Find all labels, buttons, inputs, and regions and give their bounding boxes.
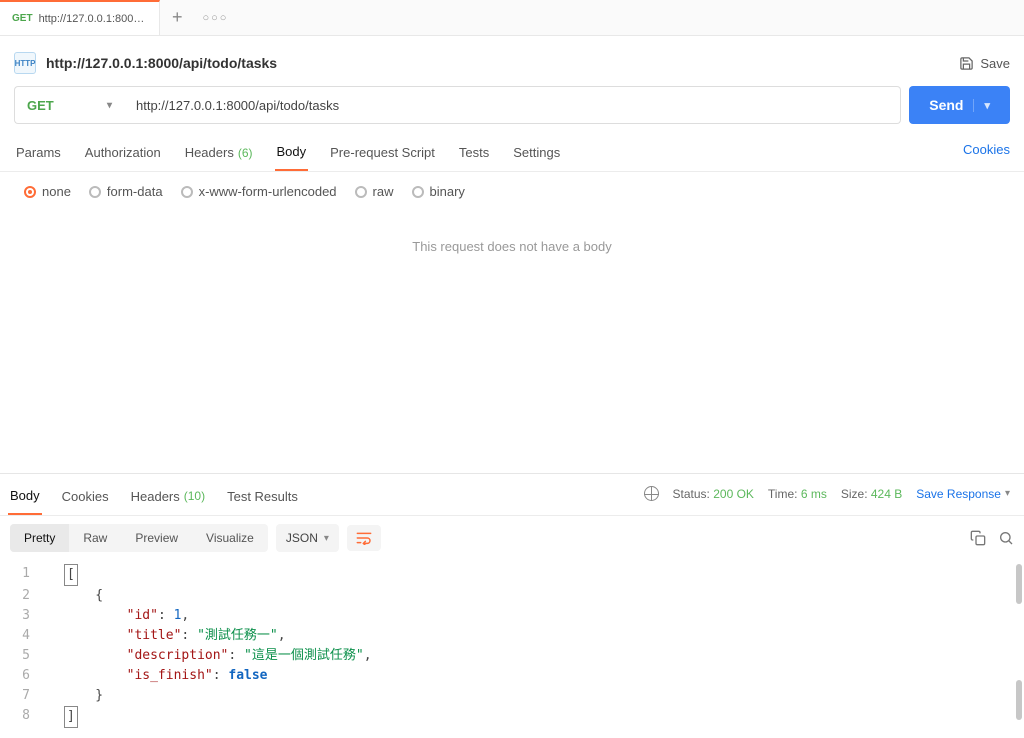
- send-label: Send: [929, 97, 963, 113]
- resp-tab-tests[interactable]: Test Results: [225, 483, 300, 514]
- body-type-raw[interactable]: raw: [355, 184, 394, 199]
- method-select[interactable]: GET ▾: [14, 86, 124, 124]
- response-tabs: Body Cookies Headers(10) Test Results St…: [0, 474, 1024, 516]
- size-label: Size: 424 B: [841, 487, 902, 501]
- http-icon: HTTP: [14, 52, 36, 74]
- chevron-down-icon: ▾: [107, 100, 112, 111]
- resp-tab-body[interactable]: Body: [8, 482, 42, 515]
- copy-icon[interactable]: [970, 530, 986, 546]
- tab-tests[interactable]: Tests: [457, 139, 491, 170]
- body-type-formdata[interactable]: form-data: [89, 184, 163, 199]
- url-row: GET ▾ Send ▾: [0, 82, 1024, 132]
- view-raw[interactable]: Raw: [69, 524, 121, 552]
- body-type-binary[interactable]: binary: [412, 184, 465, 199]
- request-tab[interactable]: GET http://127.0.0.1:8000/api/t: [0, 0, 160, 35]
- view-mode-segmented: Pretty Raw Preview Visualize: [10, 524, 268, 552]
- request-tabs: Params Authorization Headers(6) Body Pre…: [0, 132, 1024, 172]
- tab-params[interactable]: Params: [14, 139, 63, 170]
- save-label: Save: [980, 56, 1010, 71]
- request-title: http://127.0.0.1:8000/api/todo/tasks: [46, 55, 277, 71]
- tab-label: http://127.0.0.1:8000/api/t: [39, 13, 147, 25]
- save-response-button[interactable]: Save Response ▾: [916, 487, 1010, 501]
- language-select[interactable]: JSON▾: [276, 524, 339, 552]
- save-icon: [959, 56, 974, 71]
- wrap-icon: [356, 531, 372, 545]
- method-value: GET: [27, 98, 54, 113]
- new-tab-button[interactable]: +: [160, 7, 195, 28]
- tab-options-button[interactable]: ○○○: [195, 12, 237, 24]
- url-input[interactable]: [124, 86, 901, 124]
- globe-icon[interactable]: [644, 486, 659, 501]
- resp-tab-cookies[interactable]: Cookies: [60, 483, 111, 514]
- tab-body[interactable]: Body: [275, 138, 309, 171]
- response-body[interactable]: 1[ 2 { 3 "id": 1, 4 "title": "測試任務一", 5 …: [0, 560, 1024, 738]
- request-header: HTTP http://127.0.0.1:8000/api/todo/task…: [0, 36, 1024, 82]
- body-type-xwww[interactable]: x-www-form-urlencoded: [181, 184, 337, 199]
- status-label: Status: 200 OK: [673, 487, 754, 501]
- search-icon[interactable]: [998, 530, 1014, 546]
- view-visualize[interactable]: Visualize: [192, 524, 268, 552]
- save-button[interactable]: Save: [959, 56, 1010, 71]
- body-type-selector: none form-data x-www-form-urlencoded raw…: [0, 172, 1024, 211]
- response-view-toolbar: Pretty Raw Preview Visualize JSON▾: [0, 516, 1024, 560]
- resp-tab-headers[interactable]: Headers(10): [129, 483, 207, 514]
- time-label: Time: 6 ms: [768, 487, 827, 501]
- tab-settings[interactable]: Settings: [511, 139, 562, 170]
- tab-bar: GET http://127.0.0.1:8000/api/t + ○○○: [0, 0, 1024, 36]
- chevron-down-icon: ▾: [324, 533, 329, 544]
- scrollbar-thumb[interactable]: [1016, 564, 1022, 604]
- send-button[interactable]: Send ▾: [909, 86, 1010, 124]
- tab-headers[interactable]: Headers(6): [183, 139, 255, 170]
- view-preview[interactable]: Preview: [121, 524, 192, 552]
- cookies-link[interactable]: Cookies: [963, 142, 1010, 167]
- tab-method: GET: [12, 13, 33, 24]
- view-pretty[interactable]: Pretty: [10, 524, 69, 552]
- empty-body-message: This request does not have a body: [0, 211, 1024, 282]
- scrollbar-thumb[interactable]: [1016, 680, 1022, 720]
- chevron-down-icon[interactable]: ▾: [973, 99, 990, 112]
- tab-authorization[interactable]: Authorization: [83, 139, 163, 170]
- wrap-lines-button[interactable]: [347, 525, 381, 551]
- tab-prerequest[interactable]: Pre-request Script: [328, 139, 437, 170]
- body-type-none[interactable]: none: [24, 184, 71, 199]
- chevron-down-icon: ▾: [1005, 488, 1010, 499]
